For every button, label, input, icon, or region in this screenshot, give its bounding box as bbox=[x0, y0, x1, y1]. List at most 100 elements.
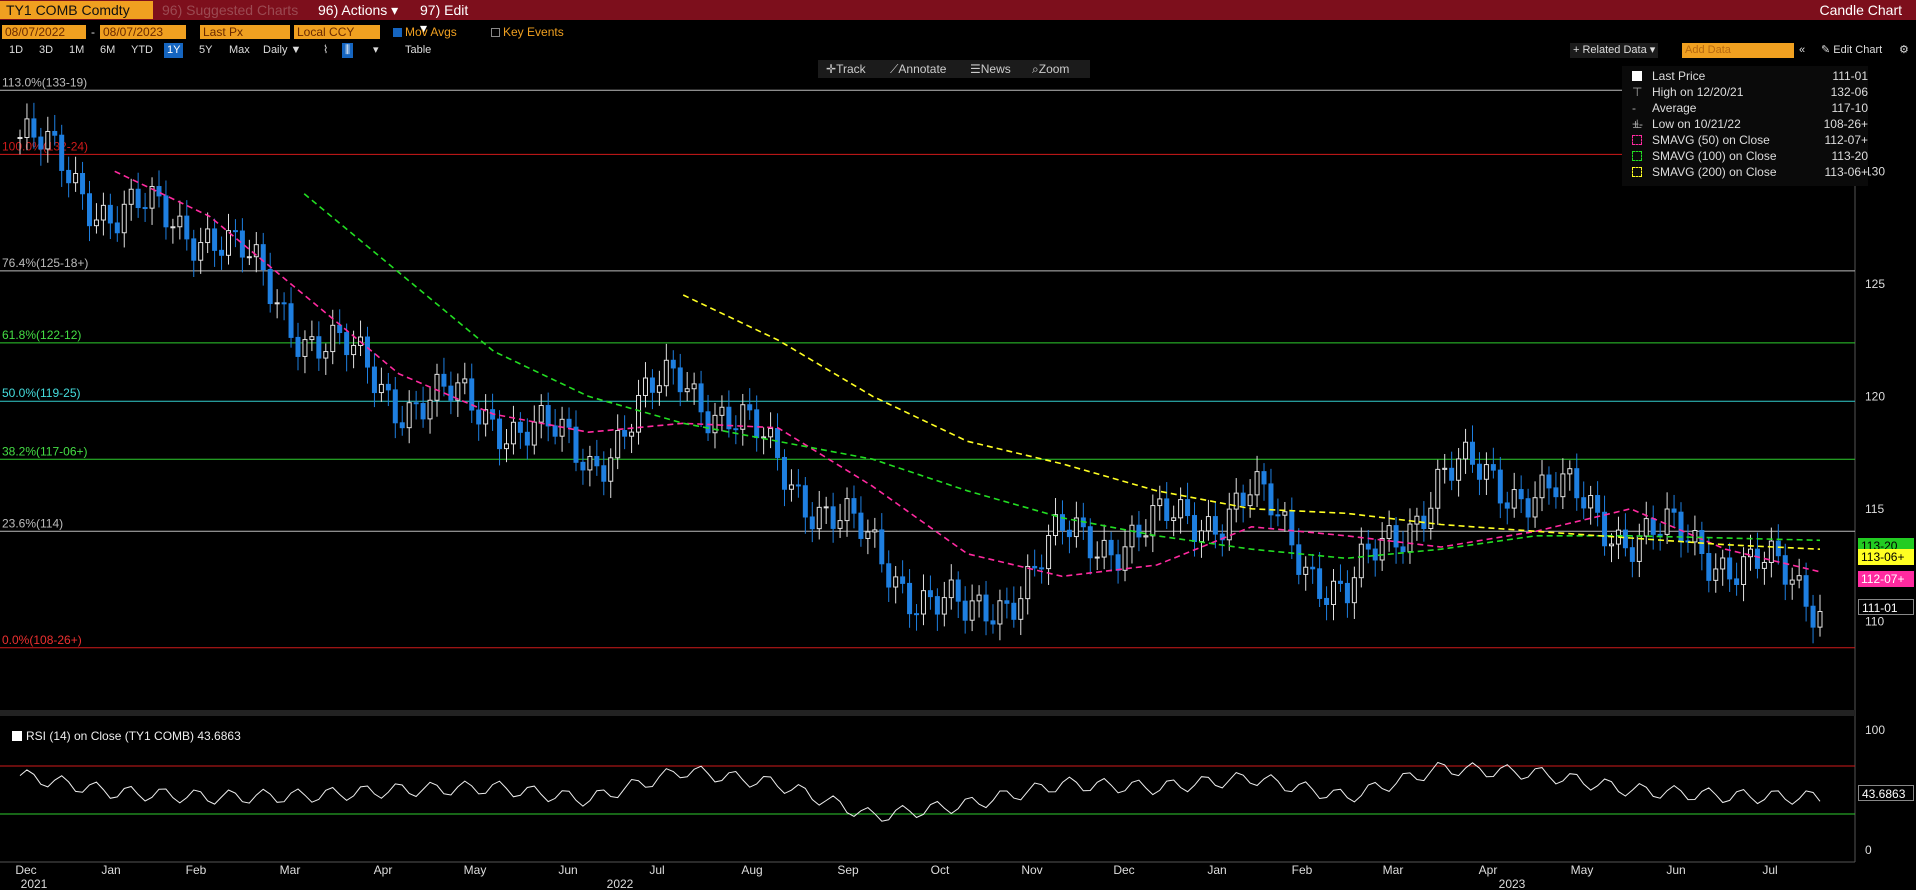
candle-body bbox=[1386, 525, 1392, 539]
candle-body bbox=[337, 324, 343, 334]
pane-divider bbox=[0, 710, 1855, 716]
candle-body bbox=[830, 506, 836, 529]
legend-sma50[interactable]: SMAVG (50) on Close 112-07+ bbox=[1622, 132, 1868, 148]
candle-body bbox=[1407, 523, 1413, 553]
candle-body bbox=[879, 529, 885, 565]
candle-body bbox=[1317, 568, 1323, 599]
sma200-price-tag: 113-06+ bbox=[1858, 549, 1914, 565]
price-axis-label: 130 bbox=[1865, 164, 1885, 178]
candle-body bbox=[1428, 507, 1434, 530]
candle-body bbox=[629, 431, 635, 437]
candle-body bbox=[1205, 516, 1211, 532]
candle-body bbox=[462, 378, 468, 384]
candle-body bbox=[1344, 582, 1350, 604]
candle-body bbox=[615, 430, 621, 459]
candle-body bbox=[52, 130, 58, 136]
candle-body bbox=[191, 238, 197, 261]
candle-body bbox=[114, 222, 120, 234]
candle-body bbox=[1178, 499, 1184, 519]
fib-label: 0.0%(108-26+) bbox=[2, 633, 82, 647]
candle-body bbox=[1796, 575, 1802, 581]
month-label: Feb bbox=[186, 863, 207, 877]
sma50-line bbox=[114, 170, 1821, 578]
candle-body bbox=[775, 428, 781, 458]
candle-body bbox=[1761, 561, 1767, 569]
candle-body bbox=[170, 226, 176, 229]
candle-body bbox=[1324, 597, 1330, 605]
month-label: Jul bbox=[649, 863, 664, 877]
candle-body bbox=[1101, 539, 1107, 558]
candle-body bbox=[1497, 469, 1503, 504]
candle-body bbox=[1136, 524, 1142, 538]
candle-body bbox=[781, 456, 787, 490]
candle-body bbox=[670, 359, 676, 369]
candle-body bbox=[413, 402, 419, 405]
price-axis-label: 120 bbox=[1865, 389, 1885, 403]
legend-high[interactable]: ⊤ High on 12/20/21 132-06 bbox=[1622, 84, 1868, 100]
candle-body bbox=[107, 204, 113, 224]
candle-body bbox=[281, 302, 287, 305]
candle-body bbox=[983, 594, 989, 622]
candle-body bbox=[1143, 535, 1149, 538]
month-label: Aug bbox=[741, 863, 762, 877]
candle-body bbox=[1456, 458, 1462, 481]
candle-body bbox=[1254, 471, 1260, 496]
candle-body bbox=[691, 383, 697, 390]
fib-label: 61.8%(122-12) bbox=[2, 328, 81, 342]
candle-body bbox=[1435, 468, 1441, 509]
month-label: Mar bbox=[280, 863, 301, 877]
candle-body bbox=[399, 422, 405, 429]
candle-body bbox=[802, 485, 808, 518]
candle-body bbox=[1699, 530, 1705, 555]
candle-body bbox=[1525, 498, 1531, 518]
candle-body bbox=[1810, 605, 1816, 628]
legend-low[interactable]: ⊥ Low on 10/21/22 108-26+ bbox=[1622, 116, 1868, 132]
candle-body bbox=[1011, 602, 1017, 620]
candle-body bbox=[1741, 556, 1747, 585]
candle-body bbox=[698, 383, 704, 413]
candle-body bbox=[31, 118, 37, 138]
month-label: Jun bbox=[1666, 863, 1685, 877]
candle-body bbox=[517, 421, 523, 433]
candle-body bbox=[219, 249, 225, 256]
candle-body bbox=[1296, 544, 1302, 575]
candle-body bbox=[1706, 553, 1712, 581]
candle-body bbox=[816, 506, 822, 530]
month-label: Apr bbox=[1479, 863, 1498, 877]
candle-body bbox=[406, 402, 412, 429]
legend-sma100[interactable]: SMAVG (100) on Close 113-20 bbox=[1622, 148, 1868, 164]
candle-body bbox=[434, 373, 440, 401]
candle-body bbox=[823, 506, 829, 509]
candle-body bbox=[274, 302, 280, 305]
chart-legend: Last Price 111-01 ⊤ High on 12/20/21 132-06… bbox=[1622, 66, 1868, 186]
candle-body bbox=[573, 426, 579, 463]
candle-body bbox=[330, 324, 336, 353]
candle-body bbox=[476, 409, 482, 425]
sma200-swatch bbox=[1632, 167, 1642, 177]
high-marker-icon: ⊤ bbox=[1632, 85, 1643, 99]
legend-sma200[interactable]: SMAVG (200) on Close 113-06+ bbox=[1622, 164, 1868, 180]
candle-body bbox=[948, 579, 954, 599]
rsi-legend[interactable]: RSI (14) on Close (TY1 COMB) 43.6863 bbox=[12, 729, 241, 743]
candle-body bbox=[872, 529, 878, 533]
candle-body bbox=[768, 428, 774, 438]
candle-body bbox=[232, 230, 238, 233]
candle-body bbox=[1032, 565, 1038, 569]
candle-body bbox=[1122, 546, 1128, 571]
candle-body bbox=[1046, 535, 1052, 570]
candle-body bbox=[1574, 468, 1580, 499]
candle-body bbox=[1414, 515, 1420, 525]
candle-body bbox=[1622, 529, 1628, 549]
candle-body bbox=[1310, 566, 1316, 570]
month-label: Jun bbox=[558, 863, 577, 877]
candle-body bbox=[677, 367, 683, 393]
legend-average[interactable]: -+- Average 117-10 bbox=[1622, 100, 1868, 131]
candle-body bbox=[1657, 533, 1663, 536]
legend-last-price[interactable]: Last Price 111-01 bbox=[1622, 68, 1868, 84]
candle-body bbox=[1351, 577, 1357, 604]
candle-body bbox=[1775, 540, 1781, 557]
candle-body bbox=[427, 399, 433, 420]
candle-body bbox=[177, 215, 183, 228]
candle-body bbox=[1511, 489, 1517, 509]
month-label: May bbox=[464, 863, 487, 877]
